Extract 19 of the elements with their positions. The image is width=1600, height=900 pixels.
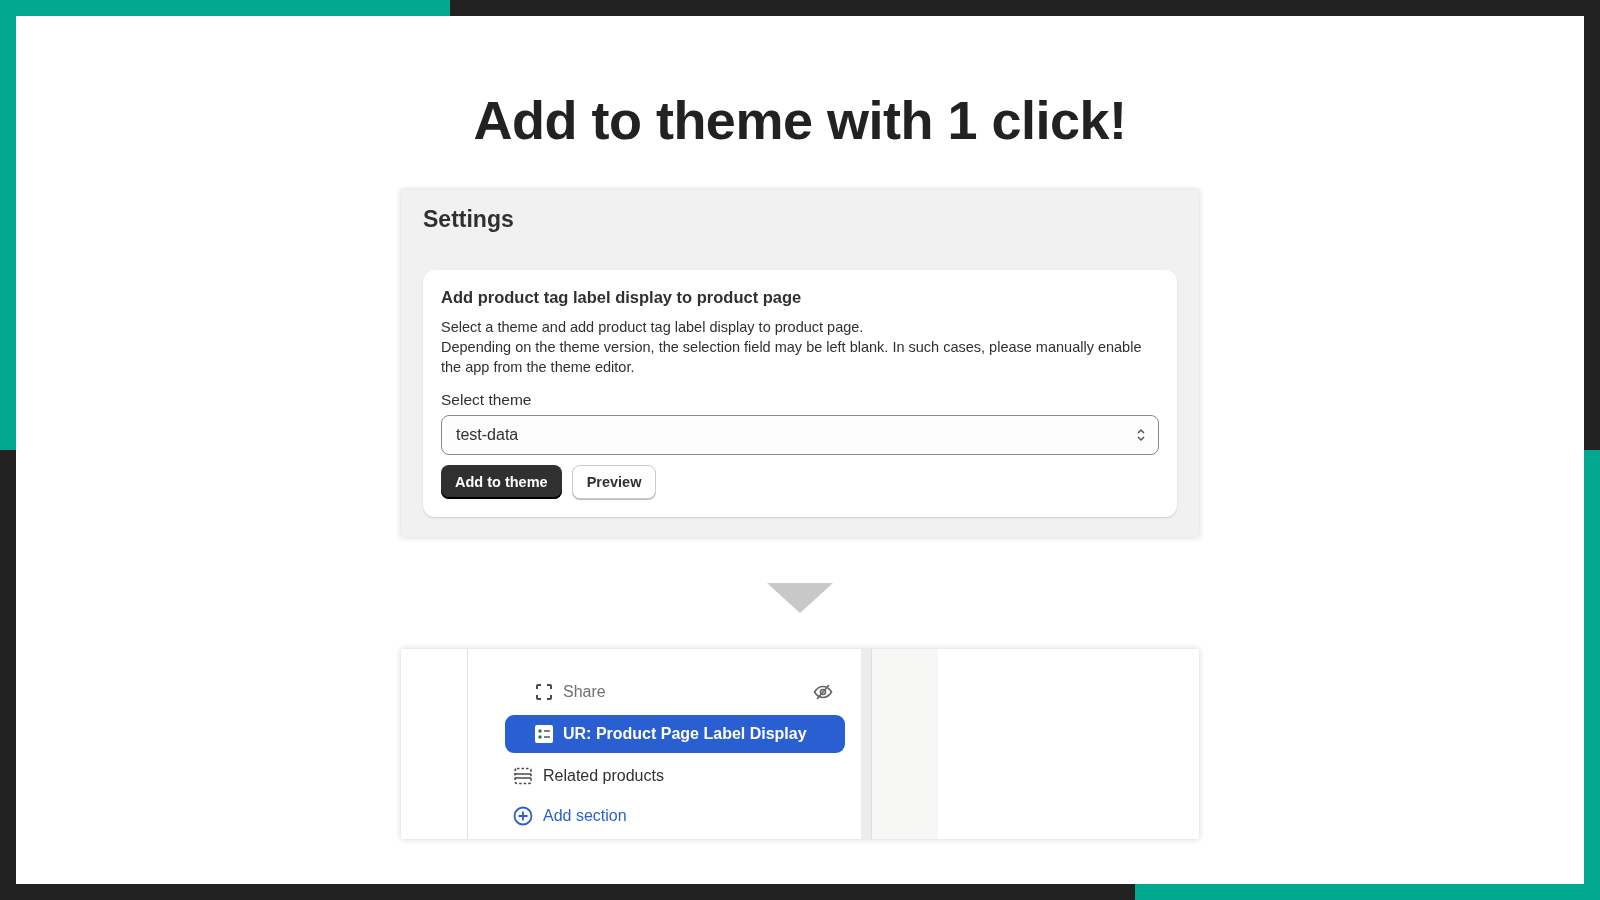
preview-button[interactable]: Preview <box>571 465 657 499</box>
down-arrow-icon <box>767 583 833 613</box>
add-section-link[interactable]: Add section <box>505 799 845 833</box>
eye-slash-icon[interactable] <box>813 684 833 700</box>
chevron-icon <box>1136 427 1146 443</box>
plus-circle-icon <box>513 806 533 826</box>
list-icon <box>535 725 553 743</box>
section-icon <box>513 767 533 785</box>
promo-headline: Add to theme with 1 click! <box>473 92 1127 148</box>
field-label: Select theme <box>441 391 532 409</box>
description-text: Select a theme and add product tag label display to product page. <box>441 318 865 337</box>
editor-list-item[interactable]: UR: Product Page Label Display <box>505 715 845 753</box>
description-text: Depending on the theme version, the selection field may be left blank. In such cases, please manually enable the app from the theme editor. <box>441 338 1143 377</box>
theme-select[interactable]: test-data <box>441 415 1159 455</box>
editor-list-item[interactable]: Share <box>505 673 845 711</box>
settings-heading: Settings <box>423 206 514 233</box>
card-title: Add product tag label display to product page <box>441 288 802 307</box>
editor-list-item[interactable]: Related products <box>505 757 845 795</box>
add-to-theme-button[interactable]: Add to theme <box>441 465 562 499</box>
